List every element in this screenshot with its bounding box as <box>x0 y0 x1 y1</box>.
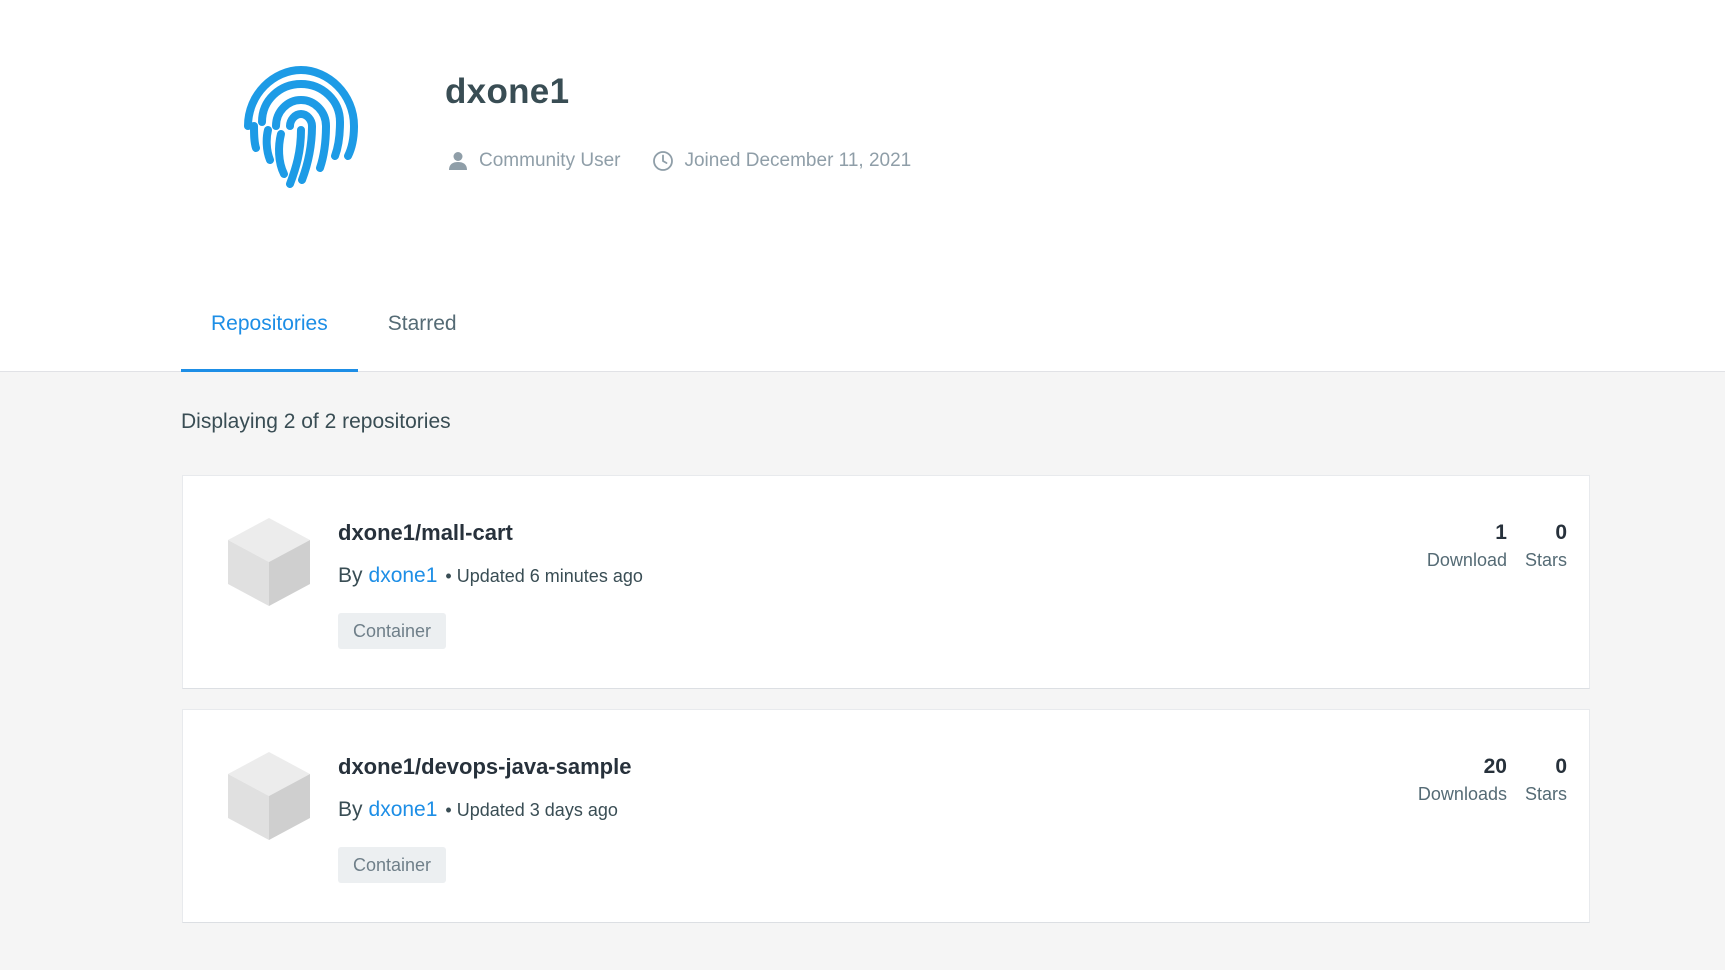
repository-card[interactable]: dxone1/mall-cart By dxone1 • Updated 6 m… <box>182 475 1590 689</box>
stars-label: Stars <box>1524 784 1567 804</box>
cube-icon <box>226 750 312 842</box>
profile-tabs: Repositories Starred <box>181 300 487 372</box>
downloads-count: 1 <box>1495 521 1507 544</box>
user-type-label: Community User <box>479 150 621 171</box>
stars-stat: 0 Stars <box>1525 520 1567 574</box>
joined-label: Joined December 11, 2021 <box>684 150 912 171</box>
profile-username: dxone1 <box>445 72 570 111</box>
stars-count: 0 <box>1555 521 1567 544</box>
user-icon <box>447 150 469 172</box>
tab-starred[interactable]: Starred <box>358 300 487 372</box>
cube-icon <box>226 516 312 608</box>
updated-text: • Updated 6 minutes ago <box>445 566 643 586</box>
repository-card[interactable]: dxone1/devops-java-sample By dxone1 • Up… <box>182 709 1590 923</box>
downloads-label: Download <box>1426 550 1507 570</box>
by-label: By <box>338 798 363 821</box>
clock-icon <box>652 150 674 172</box>
repository-byline: By dxone1 • Updated 3 days ago <box>338 798 618 822</box>
repositories-panel: Displaying 2 of 2 repositories dxone1/ma… <box>0 372 1725 970</box>
author-link[interactable]: dxone1 <box>369 564 438 588</box>
updated-text: • Updated 3 days ago <box>445 800 618 820</box>
fingerprint-icon <box>238 64 364 190</box>
repository-name[interactable]: dxone1/devops-java-sample <box>338 754 631 780</box>
repository-stats: 1 Download 0 Stars <box>1409 520 1567 574</box>
repositories-count: Displaying 2 of 2 repositories <box>181 410 451 433</box>
stars-label: Stars <box>1524 550 1567 570</box>
type-badge: Container <box>338 613 447 649</box>
stars-count: 0 <box>1555 755 1567 778</box>
repository-byline: By dxone1 • Updated 6 minutes ago <box>338 564 643 588</box>
repository-name[interactable]: dxone1/mall-cart <box>338 520 513 546</box>
by-label: By <box>338 564 363 587</box>
joined-date: Joined December 11, 2021 <box>652 150 911 172</box>
downloads-label: Downloads <box>1417 784 1507 804</box>
user-type: Community User <box>447 150 620 172</box>
author-link[interactable]: dxone1 <box>369 798 438 822</box>
tab-repositories[interactable]: Repositories <box>181 300 358 372</box>
profile-meta: Community User Joined December 11, 2021 <box>447 150 911 172</box>
profile-header: dxone1 Community User Joined December 11… <box>0 0 1725 372</box>
stars-stat: 0 Stars <box>1525 754 1567 808</box>
downloads-stat: 1 Download <box>1427 520 1507 574</box>
repository-stats: 20 Downloads 0 Stars <box>1400 754 1567 808</box>
type-badge: Container <box>338 847 447 883</box>
downloads-count: 20 <box>1483 755 1507 778</box>
downloads-stat: 20 Downloads <box>1418 754 1507 808</box>
